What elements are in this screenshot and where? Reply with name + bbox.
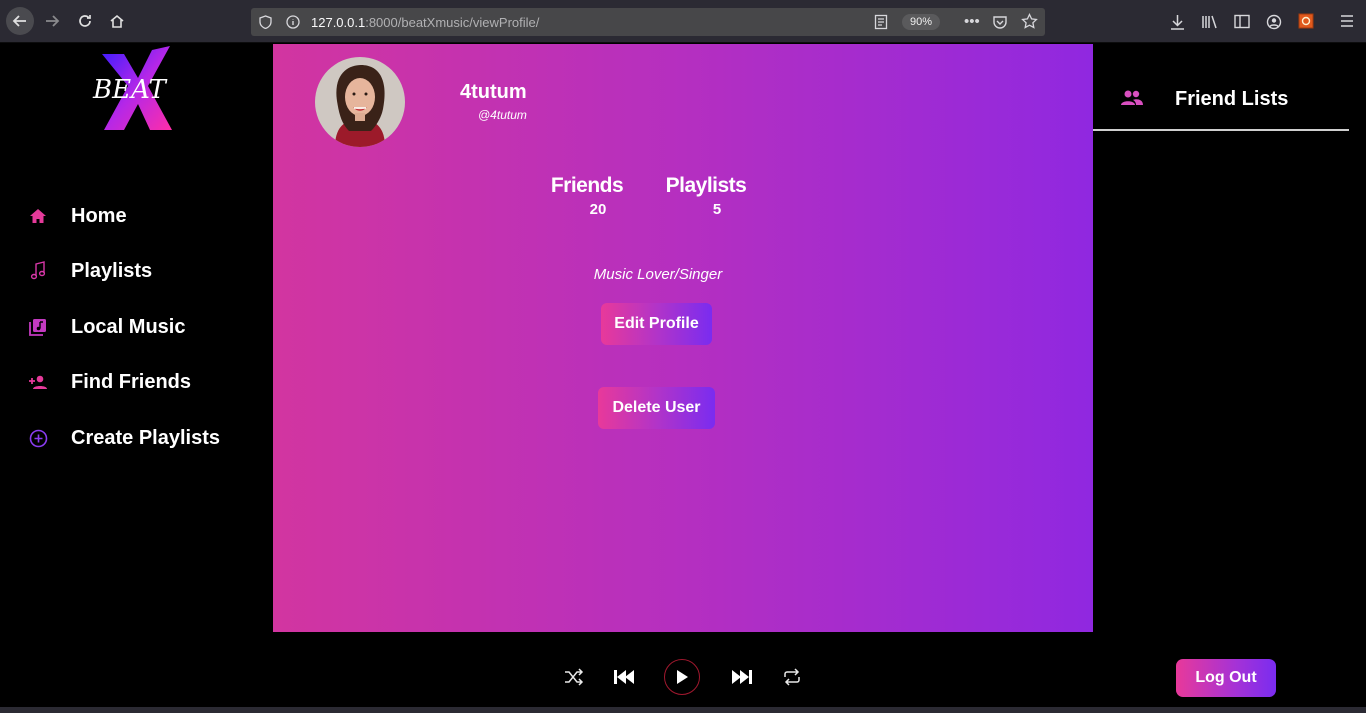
delete-user-button[interactable]: Delete User (598, 387, 715, 429)
sidebar-item-local-music[interactable]: Local Music (28, 312, 185, 342)
pocket-icon[interactable] (992, 14, 1008, 33)
bookmark-star-icon[interactable] (1021, 12, 1038, 33)
extension-icon[interactable] (1298, 13, 1314, 32)
back-icon[interactable] (6, 7, 34, 35)
person-add-icon (28, 372, 48, 392)
friends-stat[interactable]: Friends 20 (545, 174, 629, 218)
home-icon (28, 206, 48, 226)
sidebar-item-playlists[interactable]: Playlists (28, 256, 152, 286)
friend-list-panel: Friend Lists (1093, 44, 1366, 632)
info-icon[interactable] (286, 15, 300, 32)
sidebar-item-find-friends[interactable]: Find Friends (28, 367, 191, 397)
sidebar-item-label: Playlists (71, 259, 153, 282)
url-bar[interactable]: 127.0.0.1:8000/beatXmusic/viewProfile/ 9… (251, 8, 1045, 36)
repeat-icon[interactable] (781, 666, 803, 688)
playlists-stat[interactable]: Playlists 5 (661, 174, 751, 218)
menu-icon[interactable] (1340, 14, 1354, 31)
reload-icon[interactable] (71, 7, 99, 35)
profile-username: 4tutum (460, 81, 527, 103)
home-browser-icon[interactable] (103, 7, 131, 35)
sidebar-item-label: Find Friends (71, 370, 191, 393)
forward-icon[interactable] (38, 7, 66, 35)
play-button[interactable] (664, 659, 700, 695)
bottom-border (0, 707, 1366, 713)
profile-panel: 4tutum @4tutum Friends 20 Playlists 5 Mu… (273, 44, 1093, 632)
player-bar: Log Out (0, 632, 1366, 707)
music-note-icon (28, 261, 48, 281)
playlists-label: Playlists (665, 174, 747, 197)
sidebar-item-label: Local Music (71, 315, 186, 338)
log-out-button[interactable]: Log Out (1176, 659, 1276, 697)
beatx-logo[interactable]: BEAT (90, 44, 186, 134)
add-circle-icon (28, 428, 48, 448)
url-path: :8000/beatXmusic/viewProfile/ (365, 15, 540, 30)
logo-text: BEAT (92, 75, 167, 105)
library-icon[interactable] (1201, 14, 1219, 33)
friend-list-header[interactable]: Friend Lists (1093, 74, 1349, 131)
reader-view-icon[interactable] (874, 14, 888, 33)
download-icon[interactable] (1170, 14, 1185, 33)
profile-bio: Music Lover/Singer (593, 266, 723, 283)
edit-profile-button[interactable]: Edit Profile (601, 303, 712, 345)
zoom-level[interactable]: 90% (902, 14, 940, 30)
shield-icon[interactable] (259, 15, 272, 32)
url-host: 127.0.0.1 (311, 15, 366, 30)
account-icon[interactable] (1266, 14, 1282, 33)
sidebar-item-home[interactable]: Home (28, 201, 127, 231)
friends-label: Friends (550, 174, 624, 197)
avatar (315, 57, 405, 147)
next-icon[interactable] (730, 666, 754, 688)
more-actions-icon[interactable]: ••• (964, 14, 980, 29)
profile-handle: @4tutum (478, 108, 527, 122)
sidebar-item-create-playlists[interactable]: Create Playlists (28, 423, 220, 453)
sidebar-item-label: Home (71, 204, 127, 227)
browser-toolbar: 127.0.0.1:8000/beatXmusic/viewProfile/ 9… (0, 0, 1366, 43)
friend-list-title: Friend Lists (1175, 88, 1289, 110)
play-icon (677, 670, 688, 684)
sidebar-item-label: Create Playlists (71, 426, 220, 449)
previous-icon[interactable] (612, 666, 636, 688)
group-icon (1120, 89, 1144, 111)
scrollbar[interactable] (1349, 44, 1366, 632)
url-text: 127.0.0.1:8000/beatXmusic/viewProfile/ (311, 15, 539, 30)
friends-count: 20 (589, 201, 607, 218)
sidebar-toggle-icon[interactable] (1234, 14, 1250, 32)
playlists-count: 5 (712, 201, 722, 218)
shuffle-icon[interactable] (563, 666, 585, 688)
music-library-icon (28, 317, 48, 337)
sidebar: BEAT Home Playlists Local Music Find Fri… (0, 44, 273, 632)
